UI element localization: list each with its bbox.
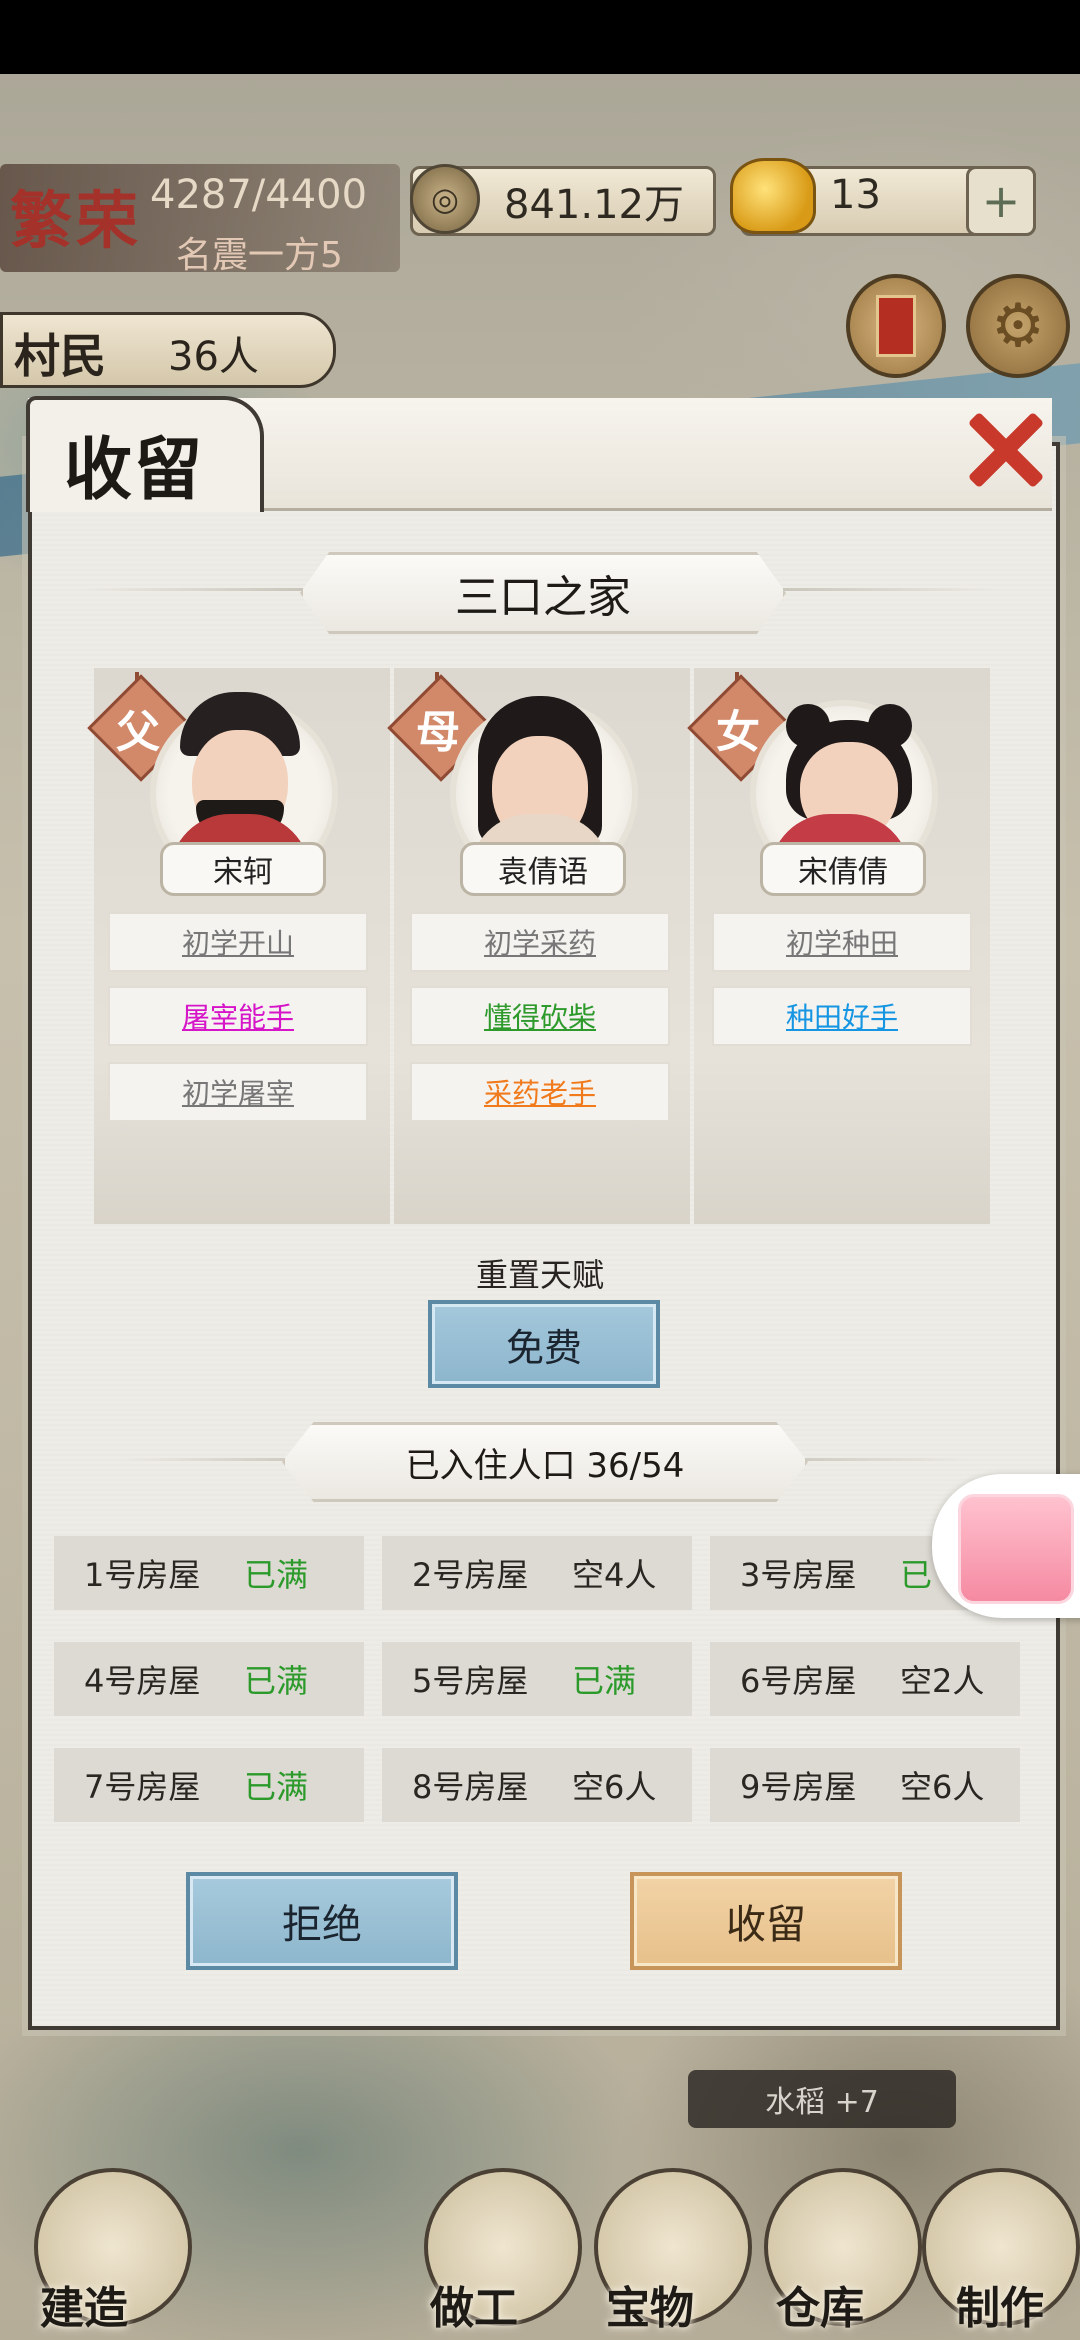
- status-bar: [0, 0, 1080, 74]
- family-type-banner: 三口之家: [300, 552, 786, 634]
- member-name: 宋倩倩: [760, 842, 926, 896]
- gear-icon: ⚙: [991, 291, 1045, 361]
- gold-value: 13: [830, 172, 881, 218]
- harvest-toast: 水稻 +7: [688, 2070, 956, 2128]
- nav-treasure[interactable]: 宝物: [590, 2168, 752, 2340]
- house-slot[interactable]: 2号房屋 空4人: [382, 1536, 692, 1610]
- coin-icon: ◎: [410, 164, 480, 234]
- talent-item[interactable]: 懂得砍柴: [410, 986, 670, 1046]
- accept-shelter-button[interactable]: 收留: [630, 1872, 902, 1970]
- prosperity-rank: 名震一方5: [176, 235, 343, 276]
- house-slot[interactable]: 4号房屋 已满: [54, 1642, 364, 1716]
- talent-item[interactable]: 初学屠宰: [108, 1062, 368, 1122]
- coin-value: 841.12万: [504, 182, 684, 228]
- reset-talent-label: 重置天赋: [475, 1256, 604, 1294]
- nav-craft[interactable]: 制作: [918, 2168, 1080, 2340]
- house-slot[interactable]: 9号房屋 空6人: [710, 1748, 1020, 1822]
- prosperity-points: 4287/4400: [150, 172, 368, 218]
- add-gold-button[interactable]: +: [966, 166, 1036, 236]
- house-slot[interactable]: 7号房屋 已满: [54, 1748, 364, 1822]
- talent-item[interactable]: 种田好手: [712, 986, 972, 1046]
- house-slot[interactable]: 8号房屋 空6人: [382, 1748, 692, 1822]
- scroll-button[interactable]: [846, 274, 946, 378]
- settings-button[interactable]: ⚙: [966, 274, 1070, 378]
- book-icon: [958, 1494, 1074, 1604]
- close-icon[interactable]: [964, 408, 1044, 488]
- talent-item[interactable]: 采药老手: [410, 1062, 670, 1122]
- prosperity-title: 繁荣: [10, 184, 143, 257]
- talent-item[interactable]: 初学采药: [410, 912, 670, 972]
- member-name: 宋轲: [160, 842, 326, 896]
- nav-build[interactable]: 建造: [30, 2168, 192, 2340]
- member-name: 袁倩语: [460, 842, 626, 896]
- talent-item[interactable]: 屠宰能手: [108, 986, 368, 1046]
- population-banner: 已入住人口 36/54: [282, 1422, 808, 1502]
- house-slot[interactable]: 1号房屋 已满: [54, 1536, 364, 1610]
- gold-ingot-icon: [730, 158, 816, 234]
- scroll-icon: [876, 295, 916, 357]
- house-slot[interactable]: 5号房屋 已满: [382, 1642, 692, 1716]
- nav-warehouse[interactable]: 仓库: [760, 2168, 922, 2340]
- reset-free-button[interactable]: 免费: [428, 1300, 660, 1388]
- nav-work[interactable]: 做工: [420, 2168, 582, 2340]
- reject-button[interactable]: 拒绝: [186, 1872, 458, 1970]
- house-slot[interactable]: 6号房屋 空2人: [710, 1642, 1020, 1716]
- villager-count: 36人: [168, 334, 259, 380]
- villager-label: 村民: [14, 329, 106, 383]
- talent-item[interactable]: 初学开山: [108, 912, 368, 972]
- talent-item[interactable]: 初学种田: [712, 912, 972, 972]
- dialog-title: 收留: [64, 430, 205, 510]
- plus-icon: +: [981, 174, 1021, 228]
